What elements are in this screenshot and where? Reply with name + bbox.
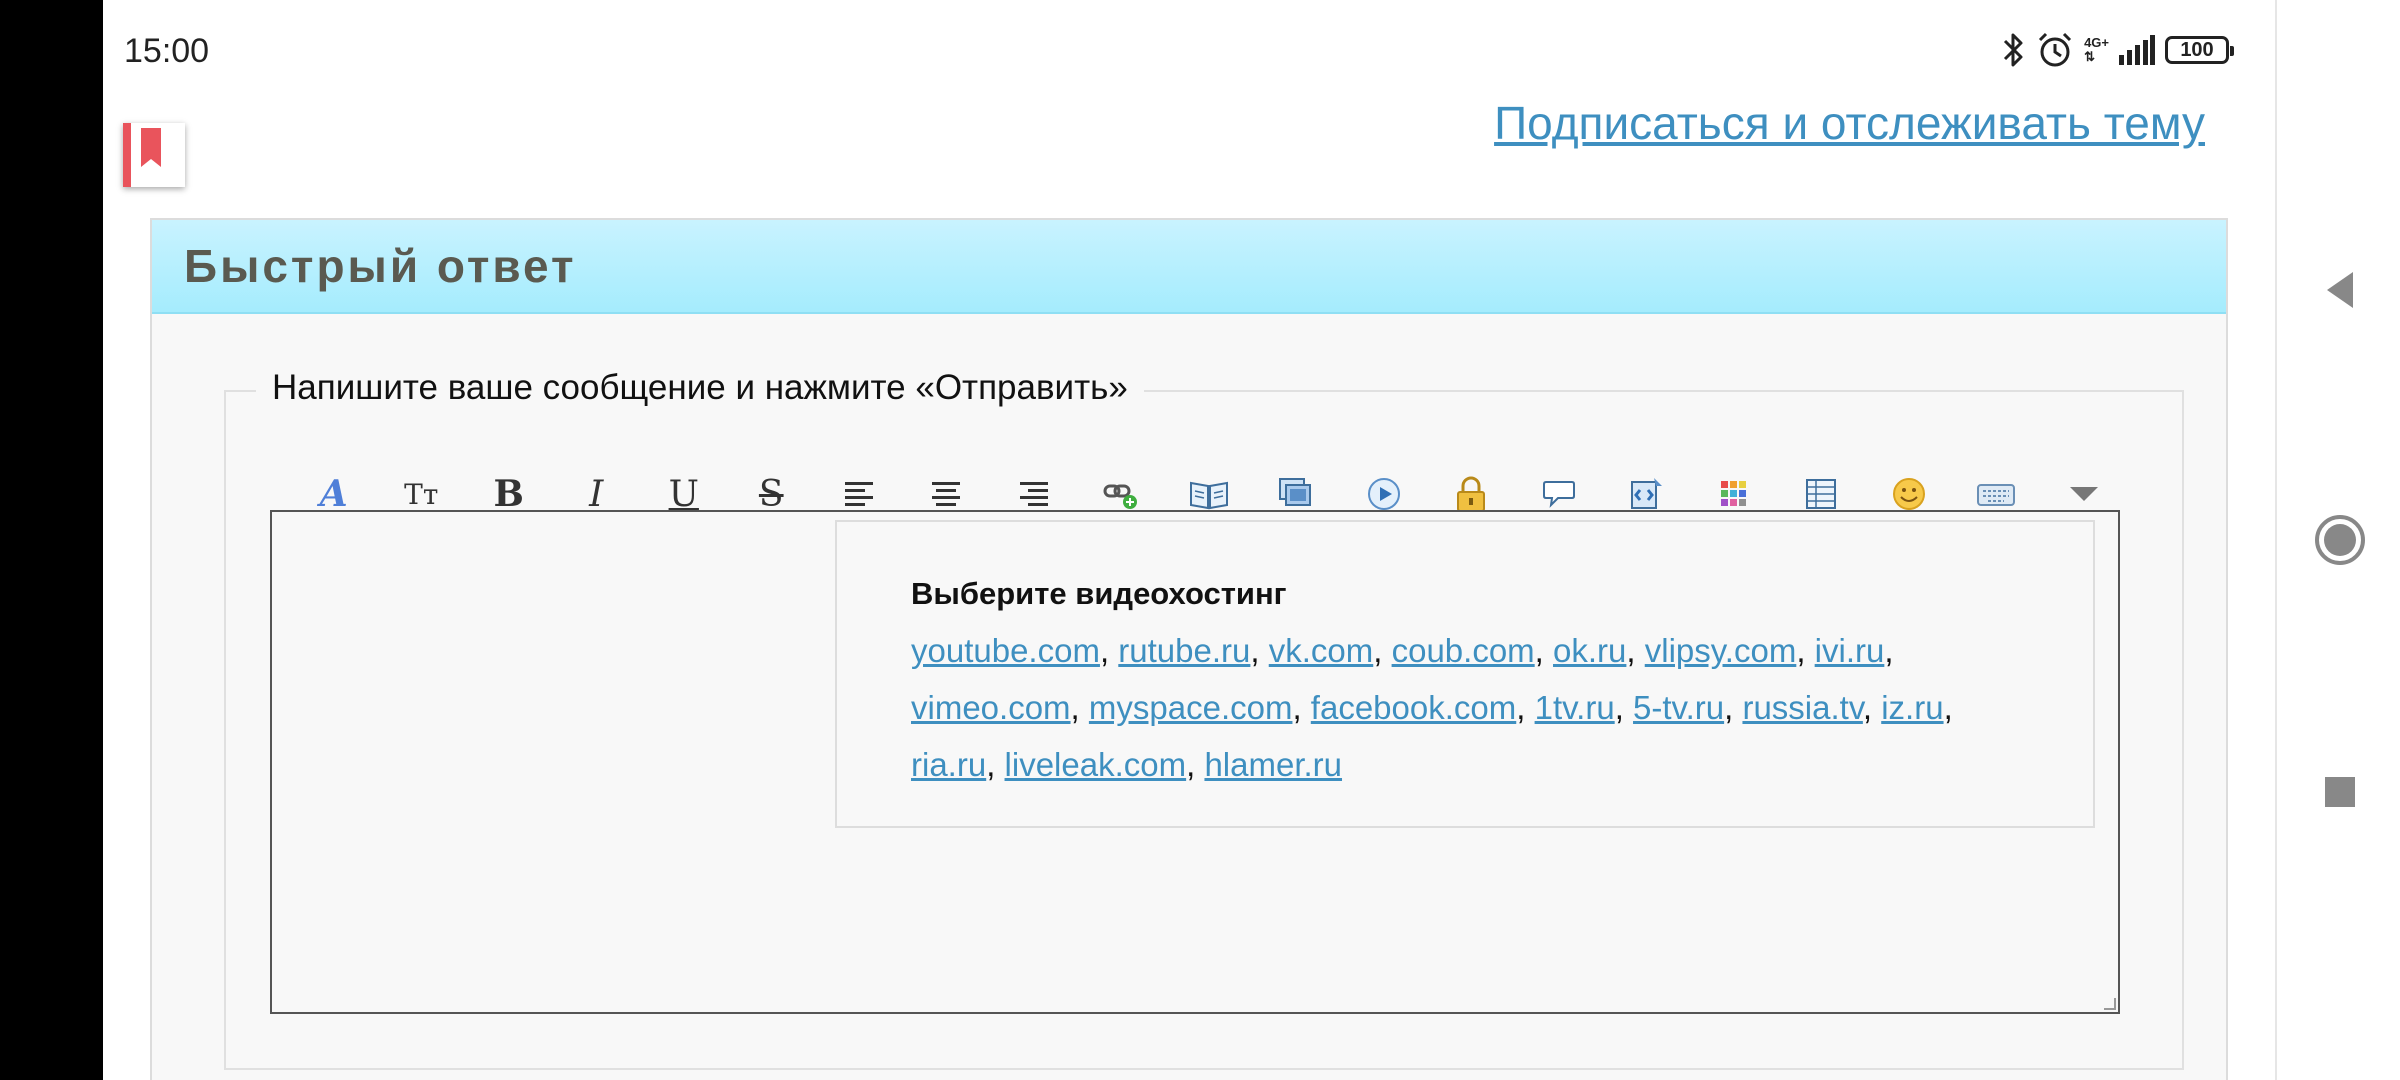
- smiley-icon: [1892, 478, 1925, 510]
- table-icon: [1806, 479, 1837, 509]
- video-host-link[interactable]: 5-tv.ru: [1633, 689, 1724, 726]
- home-button[interactable]: [2277, 513, 2400, 567]
- strikethrough-icon: S: [758, 473, 784, 515]
- back-button[interactable]: [2277, 265, 2400, 315]
- code-icon: [1631, 478, 1663, 509]
- lock-icon: [1457, 476, 1486, 512]
- message-textarea[interactable]: Выберите видеохостинг youtube.com, rutub…: [270, 510, 2120, 1014]
- video-icon: [1367, 478, 1400, 510]
- video-host-link[interactable]: rutube.ru: [1118, 632, 1250, 669]
- book-icon: [1189, 481, 1228, 510]
- alarm-icon: [2039, 32, 2072, 67]
- status-icons: 4G+ ⇅ 100: [2002, 28, 2234, 72]
- more-icon: [2069, 487, 2098, 501]
- align-right-icon: [1019, 482, 1048, 506]
- quick-reply-header: Быстрый ответ: [152, 220, 2226, 314]
- home-icon: [2314, 515, 2365, 565]
- video-host-link[interactable]: vimeo.com: [911, 689, 1071, 726]
- video-host-link[interactable]: facebook.com: [1311, 689, 1516, 726]
- system-nav-bar: [2275, 0, 2400, 1080]
- browser-page: 15:00 4G+ ⇅ 100 Подписаться и отслеживат…: [103, 0, 2275, 1080]
- video-host-link[interactable]: 1tv.ru: [1535, 689, 1615, 726]
- video-host-link[interactable]: myspace.com: [1089, 689, 1293, 726]
- status-time: 15:00: [124, 32, 210, 70]
- font-size-icon: Tт: [404, 477, 439, 511]
- signal-icon: [2119, 35, 2155, 65]
- quote-icon: [1542, 481, 1575, 508]
- recents-icon: [2324, 777, 2355, 807]
- video-host-link[interactable]: liveleak.com: [1005, 746, 1187, 783]
- font-icon: A: [319, 473, 348, 515]
- link-icon: [1103, 484, 1138, 509]
- align-left-icon: [844, 482, 873, 506]
- quick-reply-panel: Быстрый ответ Напишите ваше сообщение и …: [150, 218, 2228, 1080]
- video-host-link[interactable]: youtube.com: [911, 632, 1100, 669]
- bold-icon: B: [493, 473, 524, 515]
- network-type-label: 4G+ ⇅: [2084, 35, 2109, 64]
- bookmark-icon: [123, 123, 161, 187]
- video-host-link[interactable]: russia.tv: [1742, 689, 1862, 726]
- video-hosting-popup: Выберите видеохостинг youtube.com, rutub…: [835, 520, 2095, 828]
- resize-handle[interactable]: [2104, 998, 2116, 1010]
- battery-level: 100: [2180, 38, 2214, 61]
- bookmark-button[interactable]: [123, 123, 185, 187]
- video-host-link[interactable]: iz.ru: [1881, 689, 1943, 726]
- battery-icon: 100: [2165, 36, 2234, 64]
- image-icon: [1279, 478, 1312, 506]
- bluetooth-icon: [2004, 33, 2023, 67]
- video-host-link[interactable]: vlipsy.com: [1645, 632, 1797, 669]
- video-hosting-links: youtube.com, rutube.ru, vk.com, coub.com…: [911, 632, 1953, 783]
- video-hosting-title: Выберите видеохостинг: [911, 576, 1287, 611]
- underline-icon: U: [668, 473, 699, 515]
- video-host-link[interactable]: ria.ru: [911, 746, 986, 783]
- color-grid-icon: [1720, 481, 1746, 506]
- recents-button[interactable]: [2277, 772, 2400, 812]
- align-center-icon: [932, 482, 961, 506]
- video-host-link[interactable]: vk.com: [1269, 632, 1374, 669]
- video-host-link[interactable]: coub.com: [1392, 632, 1535, 669]
- video-host-link[interactable]: ok.ru: [1553, 632, 1626, 669]
- message-legend: Напишите ваше сообщение и нажмите «Отпра…: [256, 368, 1144, 408]
- quick-reply-title: Быстрый ответ: [184, 240, 577, 292]
- message-fieldset: Напишите ваше сообщение и нажмите «Отпра…: [224, 368, 2184, 1070]
- keyboard-icon: [1977, 484, 2016, 506]
- italic-icon: I: [589, 473, 604, 515]
- back-icon: [2326, 272, 2353, 308]
- video-host-link[interactable]: ivi.ru: [1815, 632, 1885, 669]
- subscribe-link[interactable]: Подписаться и отслеживать тему: [1494, 96, 2205, 150]
- video-host-link[interactable]: hlamer.ru: [1204, 746, 1342, 783]
